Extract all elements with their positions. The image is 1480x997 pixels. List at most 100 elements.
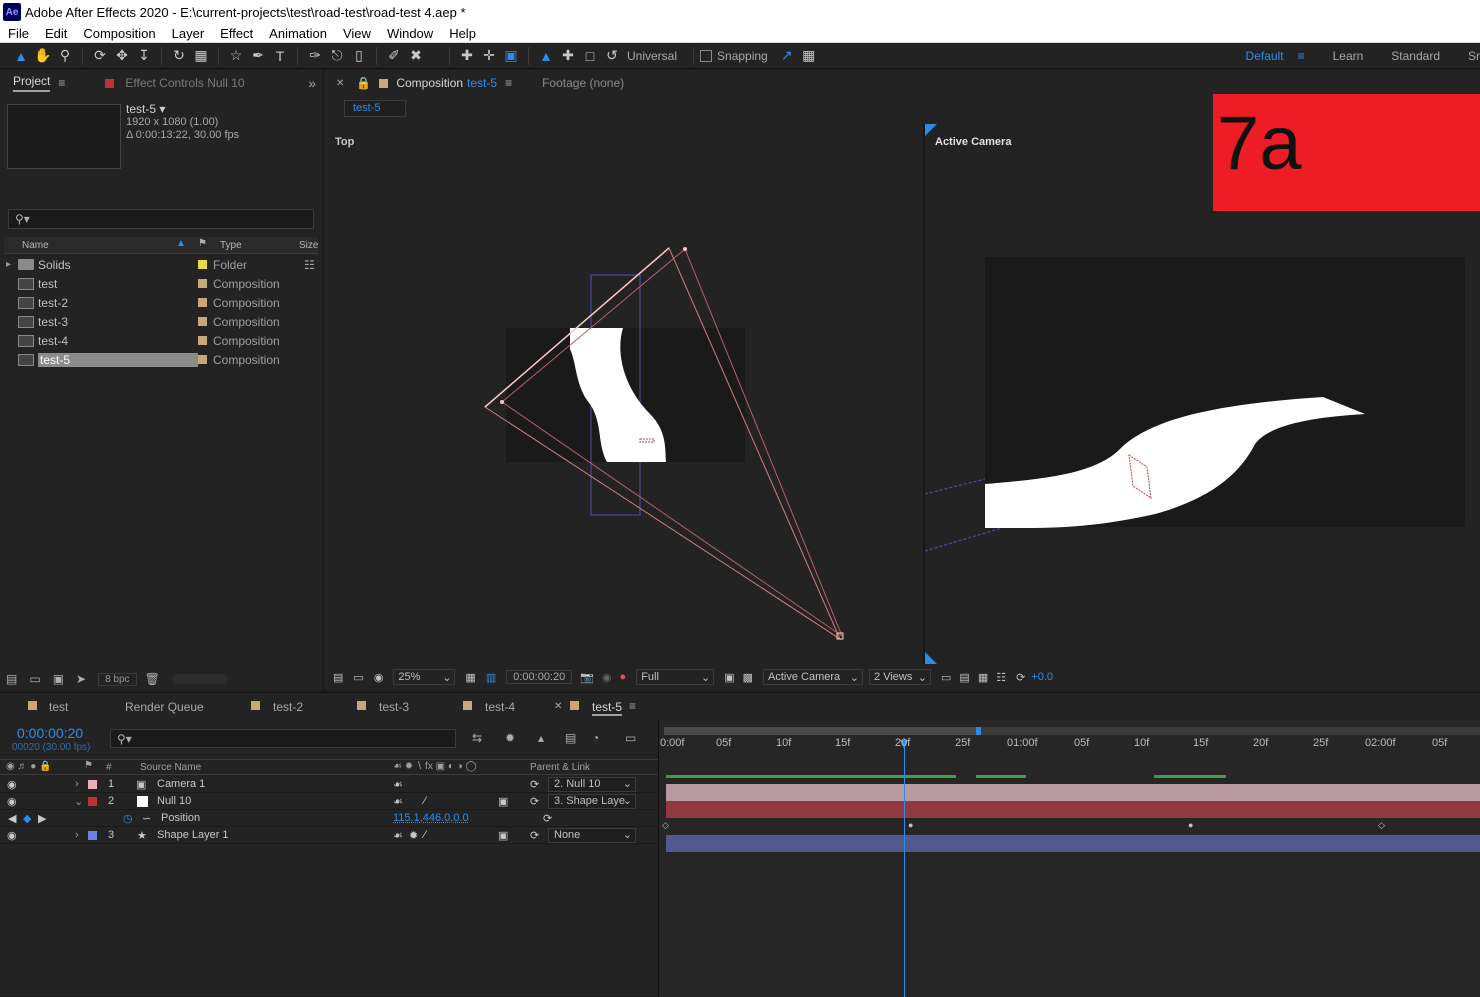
universal-rotate-icon[interactable]: ↺ xyxy=(601,45,623,67)
selection-tool-icon[interactable]: ▲ xyxy=(10,45,32,67)
pan-behind-tool-icon[interactable]: ▦ xyxy=(190,45,212,67)
parent-select[interactable]: None ⌄ xyxy=(548,828,636,843)
layer-bar-null-10[interactable] xyxy=(666,801,1480,818)
3d-layer-switch-icon[interactable]: ▣ xyxy=(498,795,508,808)
visibility-eye-icon[interactable]: ◉ xyxy=(7,829,17,842)
camera-view-select[interactable]: Active Camera ⌄ xyxy=(763,669,863,685)
keyframe-diamond[interactable]: ◇ xyxy=(1378,820,1385,831)
work-area-end-handle[interactable] xyxy=(976,727,981,735)
label-color-swatch[interactable] xyxy=(198,355,207,364)
rotation-tool-icon[interactable]: ↻ xyxy=(168,45,190,67)
comp-mini-flowchart-icon[interactable]: ⇆ xyxy=(472,731,482,745)
timeline-graph-area[interactable]: ◇ ● ● ◇ ▼ xyxy=(658,719,1480,997)
expand-chevron-icon[interactable]: ▸ xyxy=(6,259,11,270)
channels-rgb-icon[interactable]: ● xyxy=(620,671,627,683)
keyframe-diamond[interactable]: ◇ xyxy=(662,820,669,831)
project-item-test-2[interactable]: test-2 Composition xyxy=(4,293,304,312)
draft-3d-toggle-icon[interactable]: ✹ xyxy=(505,731,515,745)
project-item-test[interactable]: test Composition xyxy=(4,274,304,293)
panel-expand-icon[interactable]: » xyxy=(308,75,316,91)
pick-whip-icon[interactable]: ⟳ xyxy=(530,778,539,791)
quality-switch-icon[interactable]: ∕ xyxy=(424,829,426,841)
zoom-select[interactable]: 25% ⌄ xyxy=(393,669,455,685)
3d-layer-switch-icon[interactable]: ▣ xyxy=(498,829,508,842)
project-search-input[interactable]: ⚲▾ xyxy=(8,209,314,229)
tab-test-4[interactable]: test-4 xyxy=(485,700,515,714)
visibility-eye-icon[interactable]: ◉ xyxy=(7,795,17,808)
fit-frame-icon[interactable]: ▦ xyxy=(465,671,475,684)
world-axis-mode-icon[interactable]: ✛ xyxy=(478,45,500,67)
graph-editor-icon[interactable]: ▭ xyxy=(625,731,636,745)
view-axis-mode-icon[interactable]: ▣ xyxy=(500,45,522,67)
menu-animation[interactable]: Animation xyxy=(261,26,335,41)
tab-render-queue[interactable]: Render Queue xyxy=(125,700,204,714)
add-keyframe-icon[interactable]: ◆ xyxy=(23,812,31,825)
source-name-column[interactable]: Source Name xyxy=(140,762,201,773)
render-rocket-icon[interactable]: ➤ xyxy=(76,672,86,686)
bit-depth-button[interactable]: 8 bpc xyxy=(98,673,136,686)
project-item-test-3[interactable]: test-3 Composition xyxy=(4,312,304,331)
project-item-test-5[interactable]: test-5 Composition xyxy=(4,350,304,369)
new-folder-icon[interactable]: ▭ xyxy=(29,672,40,686)
workspace-standard[interactable]: Standard xyxy=(1377,49,1454,63)
new-composition-icon[interactable]: ▣ xyxy=(53,672,64,686)
quality-switch-icon[interactable]: ∕ xyxy=(424,795,426,807)
work-area-bar[interactable] xyxy=(664,727,1480,735)
column-size[interactable]: Size xyxy=(299,240,318,251)
resolution-select[interactable]: Full ⌄ xyxy=(636,669,714,685)
layer-name[interactable]: Shape Layer 1 xyxy=(157,829,229,841)
property-row-position[interactable]: ◀ ◆ ▶ ◷ ∽ Position 115.1,446.0,0.0 ⟳ xyxy=(0,810,658,827)
parent-link-column[interactable]: Parent & Link xyxy=(530,762,590,773)
label-color-swatch[interactable] xyxy=(198,298,207,307)
viewer-top[interactable]: Top xyxy=(325,124,923,664)
snapping-checkbox[interactable] xyxy=(700,50,712,62)
menu-help[interactable]: Help xyxy=(441,26,484,41)
collapse-chevron-icon[interactable]: ⌄ xyxy=(74,795,83,808)
menu-file[interactable]: File xyxy=(0,26,37,41)
expand-chevron-icon[interactable]: › xyxy=(75,778,79,790)
graph-icon[interactable]: ∽ xyxy=(142,812,151,825)
layer-row-null-10[interactable]: ◉ ⌄ 2 Null 10 ☙ ∕ ▣ ⟳ 3. Shape Laye ⌄ xyxy=(0,793,658,810)
project-item-test-4[interactable]: test-4 Composition xyxy=(4,331,304,350)
hand-tool-icon[interactable]: ✋ xyxy=(32,45,54,67)
menu-layer[interactable]: Layer xyxy=(164,26,213,41)
tab-test-2[interactable]: test-2 xyxy=(273,700,303,714)
label-color-swatch[interactable] xyxy=(198,279,207,288)
close-tab-icon[interactable]: ✕ xyxy=(554,701,562,712)
flowchart-icon[interactable]: ☷ xyxy=(304,258,315,272)
tab-composition-name[interactable]: test-5 xyxy=(467,76,497,90)
layer-label-swatch[interactable] xyxy=(88,797,97,806)
shape-star-tool-icon[interactable]: ☆ xyxy=(225,45,247,67)
project-item-solids[interactable]: ▸ Solids Folder ☷ xyxy=(4,255,304,274)
trash-icon[interactable]: 🗑 xyxy=(145,672,160,686)
tab-test-5[interactable]: test-5 xyxy=(592,700,622,716)
eraser-tool-icon[interactable]: ▯ xyxy=(348,45,370,67)
tab-menu-icon[interactable]: ≡ xyxy=(629,699,636,713)
stopwatch-icon[interactable]: ◷ xyxy=(123,812,133,825)
tab-composition-menu-icon[interactable]: ≡ xyxy=(505,76,512,90)
universal-select-icon[interactable]: ▲ xyxy=(535,45,557,67)
layer-label-swatch[interactable] xyxy=(88,780,97,789)
breadcrumb-comp[interactable]: test-5 xyxy=(353,102,381,114)
flowchart-icon[interactable]: ☷ xyxy=(996,671,1006,684)
view-layout-select[interactable]: 2 Views ⌄ xyxy=(869,669,931,685)
exposure-value[interactable]: +0.0 xyxy=(1031,671,1053,683)
pick-whip-icon[interactable]: ⟳ xyxy=(530,829,539,842)
zoom-tool-icon[interactable]: ⚲ xyxy=(54,45,76,67)
label-tag-icon[interactable]: ⚑ xyxy=(198,238,207,249)
interpret-footage-icon[interactable]: ▤ xyxy=(6,672,17,686)
tab-project-menu-icon[interactable]: ≡ xyxy=(58,76,65,90)
expand-chevron-icon[interactable]: › xyxy=(75,829,79,841)
tab-test-3[interactable]: test-3 xyxy=(379,700,409,714)
label-color-swatch[interactable] xyxy=(198,260,207,269)
draft-3d-icon[interactable]: ▤ xyxy=(959,671,969,684)
puppet-pin-tool-icon[interactable]: ✖ xyxy=(405,45,427,67)
snapshot-camera-icon[interactable]: 📷 xyxy=(580,671,594,684)
pick-whip-icon[interactable]: ⟳ xyxy=(530,795,539,808)
layer-row-shape-layer-1[interactable]: ◉ › 3 ★ Shape Layer 1 ☙ ✹ ∕ ▣ ⟳ None ⌄ xyxy=(0,827,658,844)
work-area-range[interactable] xyxy=(664,727,976,735)
layer-bar-shape-layer-1[interactable] xyxy=(666,835,1480,852)
brush-tool-icon[interactable]: ✑ xyxy=(304,45,326,67)
prev-keyframe-icon[interactable]: ◀ xyxy=(8,812,16,825)
local-axis-mode-icon[interactable]: ✚ xyxy=(456,45,478,67)
